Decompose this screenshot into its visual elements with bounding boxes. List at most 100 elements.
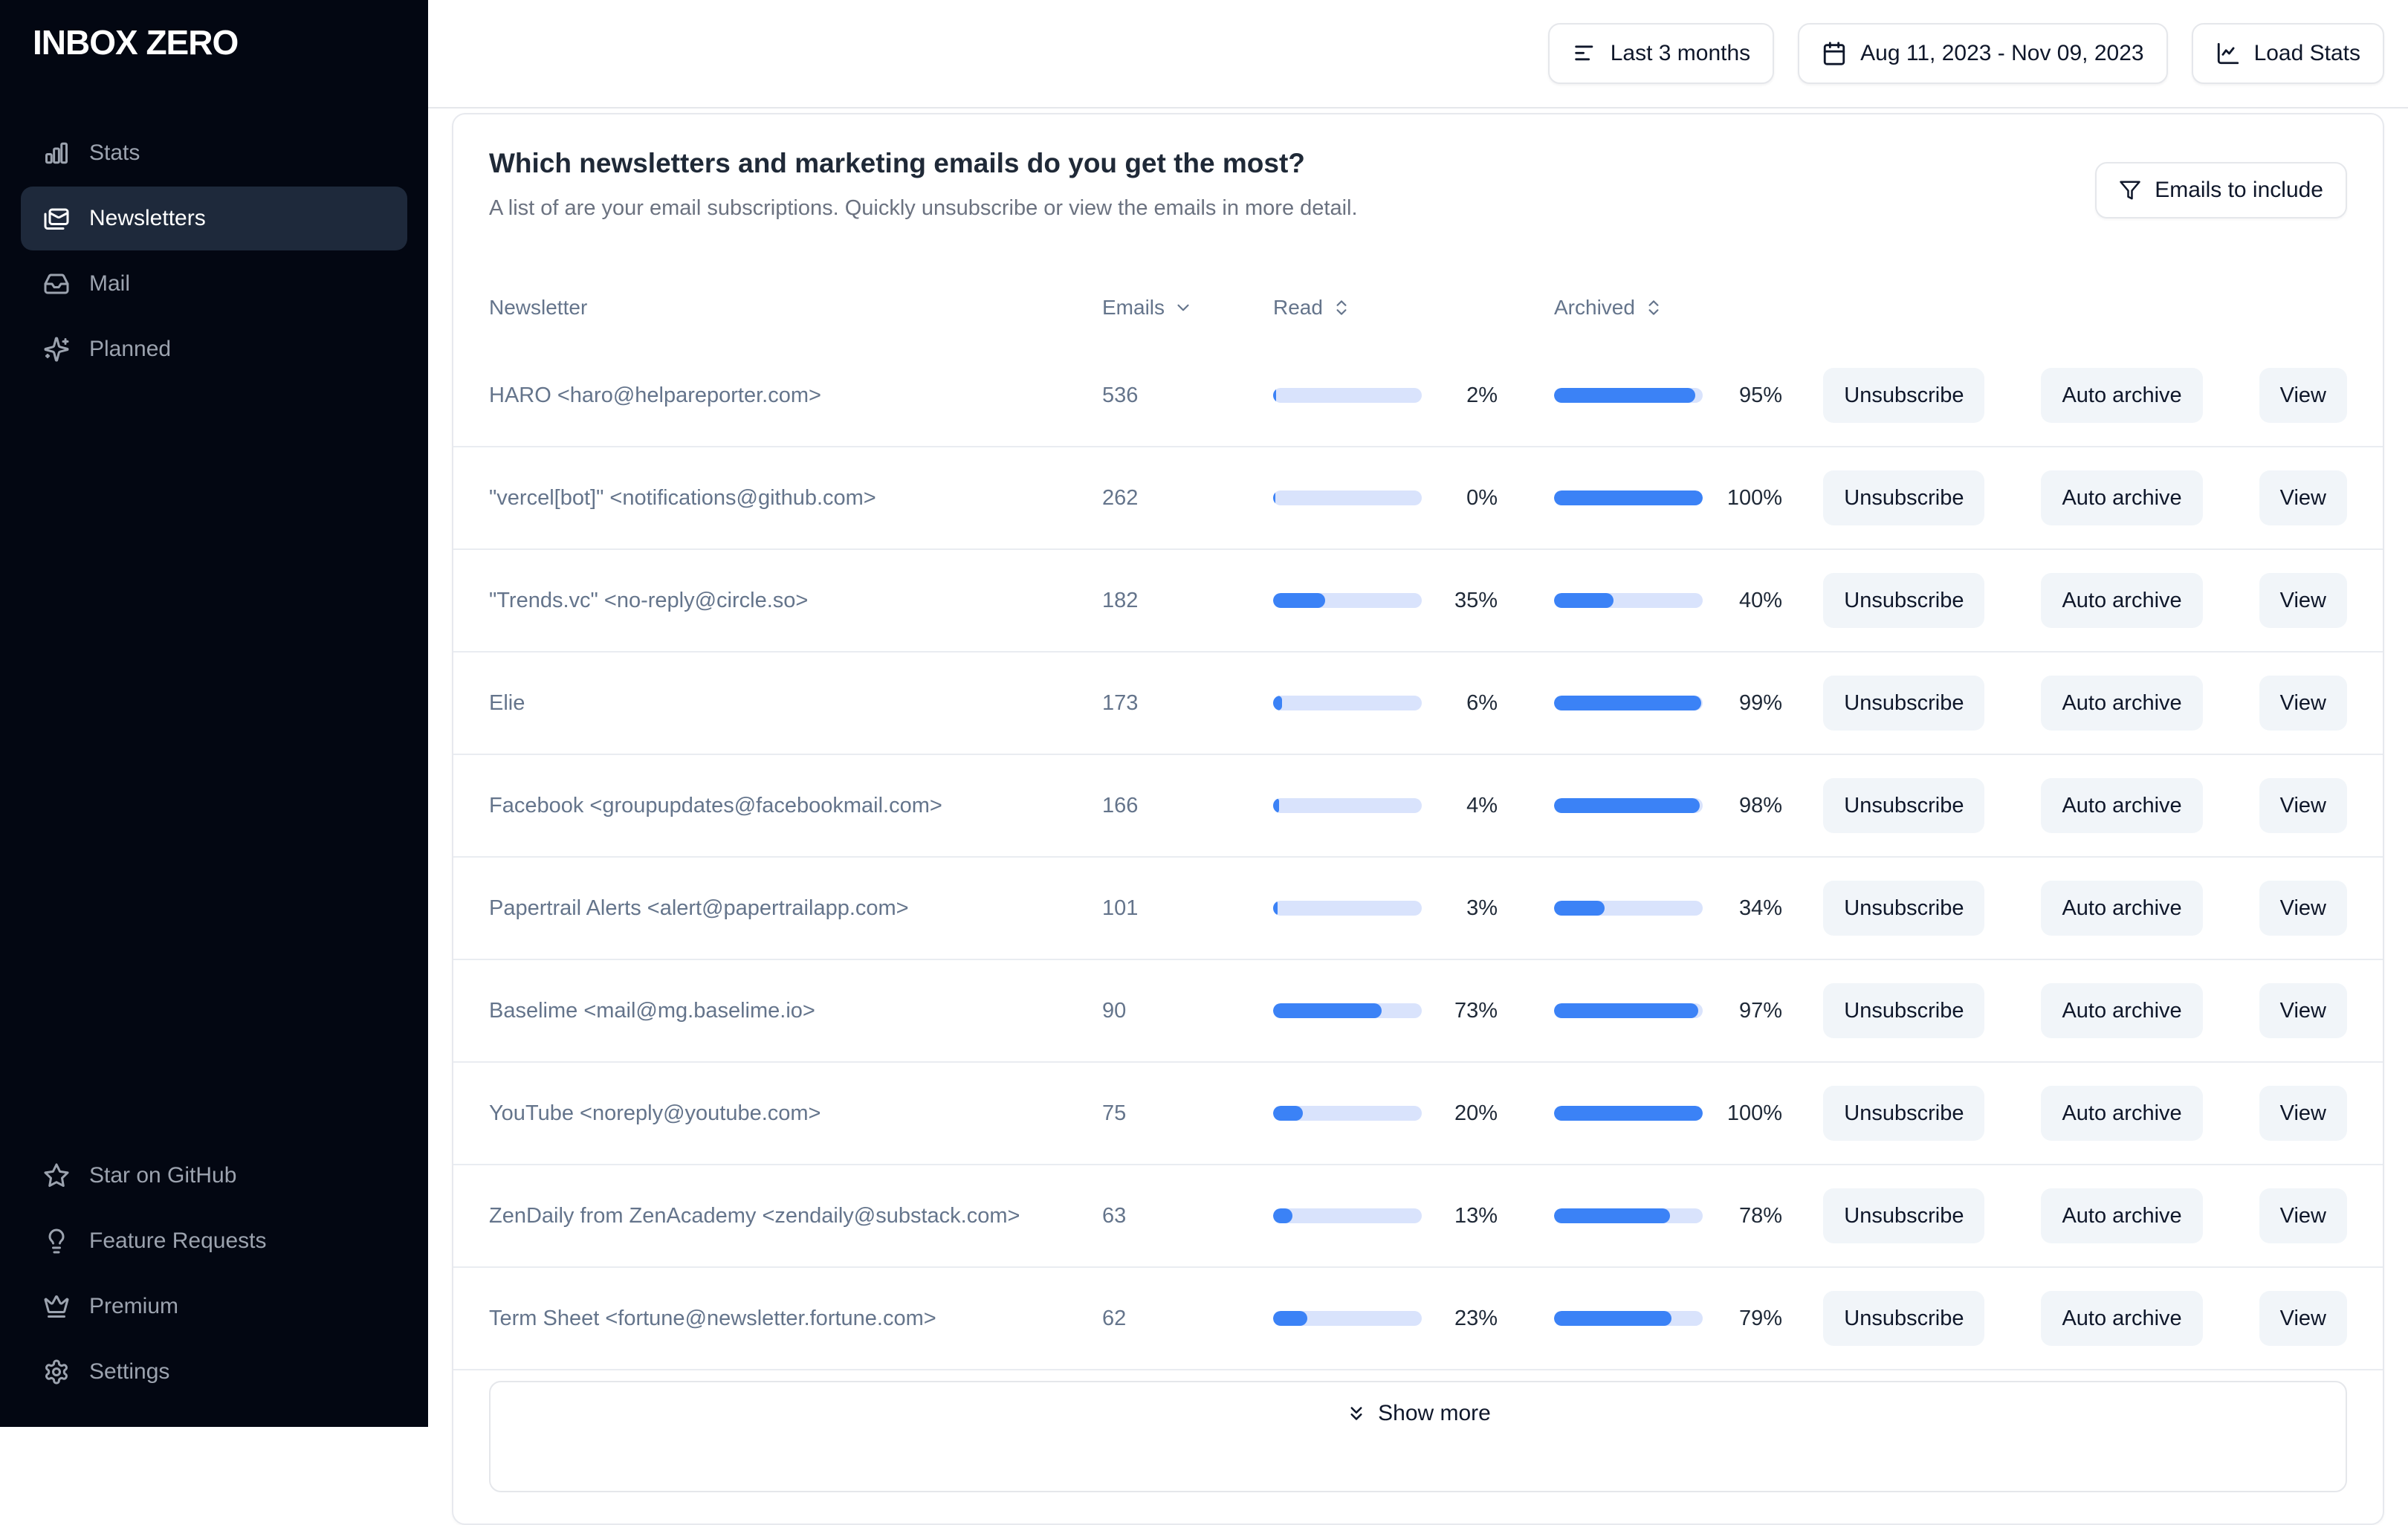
email-count: 536: [1102, 383, 1139, 407]
sidebar-nav: Stats Newsletters Mail Planned: [0, 121, 428, 383]
view-button[interactable]: View: [2259, 1291, 2347, 1346]
read-progress-track: [1273, 901, 1422, 916]
view-button[interactable]: View: [2259, 676, 2347, 731]
show-more-label: Show more: [1378, 1401, 1491, 1425]
unsubscribe-button[interactable]: Unsubscribe: [1823, 778, 1985, 833]
auto-archive-button[interactable]: Auto archive: [2041, 1086, 2203, 1141]
auto-archive-button[interactable]: Auto archive: [2041, 470, 2203, 525]
sidebar-item-premium[interactable]: Premium: [21, 1275, 407, 1338]
sidebar-item-feature-requests[interactable]: Feature Requests: [21, 1209, 407, 1273]
archived-progress-fill: [1554, 798, 1700, 813]
email-count: 166: [1102, 793, 1139, 817]
email-count: 63: [1102, 1203, 1127, 1228]
funnel-icon: [2119, 179, 2141, 201]
unsubscribe-button[interactable]: Unsubscribe: [1823, 1291, 1985, 1346]
main-area: Last 3 months Aug 11, 2023 - Nov 09, 202…: [428, 0, 2408, 1525]
read-progress-track: [1273, 1106, 1422, 1121]
auto-archive-button[interactable]: Auto archive: [2041, 573, 2203, 628]
view-button[interactable]: View: [2259, 1086, 2347, 1141]
email-count: 182: [1102, 588, 1139, 612]
auto-archive-button[interactable]: Auto archive: [2041, 368, 2203, 423]
unsubscribe-button[interactable]: Unsubscribe: [1823, 368, 1985, 423]
archived-percent: 40%: [1738, 588, 1782, 612]
archived-progress-fill: [1554, 1003, 1698, 1018]
unsubscribe-button[interactable]: Unsubscribe: [1823, 881, 1985, 936]
unsubscribe-button[interactable]: Unsubscribe: [1823, 676, 1985, 731]
read-cell: 3%: [1273, 896, 1498, 921]
column-header-read[interactable]: Read: [1273, 296, 1498, 320]
archived-cell: 98%: [1498, 794, 1782, 818]
unsubscribe-button[interactable]: Unsubscribe: [1823, 470, 1985, 525]
archived-progress-fill: [1554, 490, 1703, 505]
read-percent: 0%: [1466, 485, 1498, 510]
view-button[interactable]: View: [2259, 573, 2347, 628]
view-button[interactable]: View: [2259, 470, 2347, 525]
auto-archive-button[interactable]: Auto archive: [2041, 676, 2203, 731]
read-cell: 13%: [1273, 1204, 1498, 1228]
mails-icon: [43, 205, 70, 232]
auto-archive-button[interactable]: Auto archive: [2041, 881, 2203, 936]
column-header-emails[interactable]: Emails: [1102, 296, 1273, 320]
archived-progress-track: [1554, 388, 1703, 403]
sidebar-item-planned[interactable]: Planned: [21, 317, 407, 381]
read-percent: 13%: [1454, 1203, 1498, 1228]
row-actions: Unsubscribe Auto archive View: [1782, 778, 2347, 833]
read-progress-fill: [1273, 1208, 1292, 1223]
archived-progress-track: [1554, 798, 1703, 813]
view-button[interactable]: View: [2259, 983, 2347, 1038]
newsletter-name: Term Sheet <fortune@newsletter.fortune.c…: [489, 1306, 936, 1330]
auto-archive-button[interactable]: Auto archive: [2041, 1291, 2203, 1346]
sidebar-item-mail[interactable]: Mail: [21, 252, 407, 316]
auto-archive-button[interactable]: Auto archive: [2041, 778, 2203, 833]
filter-lines-icon: [1572, 41, 1597, 66]
email-count: 173: [1102, 690, 1139, 715]
read-progress-fill: [1273, 696, 1282, 710]
view-button[interactable]: View: [2259, 1188, 2347, 1243]
unsubscribe-button[interactable]: Unsubscribe: [1823, 573, 1985, 628]
archived-percent: 98%: [1738, 793, 1782, 817]
read-progress-track: [1273, 696, 1422, 710]
column-header-archived[interactable]: Archived: [1498, 296, 1782, 320]
sidebar-item-star-on-github[interactable]: Star on GitHub: [21, 1144, 407, 1208]
archived-progress-track: [1554, 696, 1703, 710]
show-more-button[interactable]: Show more: [1341, 1396, 1495, 1431]
unsubscribe-button[interactable]: Unsubscribe: [1823, 1188, 1985, 1243]
emails-to-include-button[interactable]: Emails to include: [2095, 162, 2347, 218]
archived-progress-fill: [1554, 1311, 1671, 1326]
load-stats-button[interactable]: Load Stats: [2191, 23, 2384, 84]
read-progress-fill: [1273, 388, 1276, 403]
sidebar-item-settings[interactable]: Settings: [21, 1340, 407, 1404]
unsubscribe-button[interactable]: Unsubscribe: [1823, 983, 1985, 1038]
date-range-preset-button[interactable]: Last 3 months: [1547, 23, 1775, 84]
view-button[interactable]: View: [2259, 368, 2347, 423]
date-range-picker-button[interactable]: Aug 11, 2023 - Nov 09, 2023: [1798, 23, 2168, 84]
topbar: Last 3 months Aug 11, 2023 - Nov 09, 202…: [428, 0, 2408, 109]
newsletter-row: Baselime <mail@mg.baselime.io> 90 73% 97…: [453, 960, 2383, 1063]
read-cell: 23%: [1273, 1307, 1498, 1331]
auto-archive-button[interactable]: Auto archive: [2041, 983, 2203, 1038]
read-cell: 6%: [1273, 691, 1498, 716]
view-button[interactable]: View: [2259, 778, 2347, 833]
sidebar-footer-nav: Star on GitHub Feature Requests Premium …: [0, 1144, 428, 1405]
archived-percent: 78%: [1738, 1203, 1782, 1228]
calendar-icon: [1822, 41, 1847, 66]
newsletter-row: Term Sheet <fortune@newsletter.fortune.c…: [453, 1268, 2383, 1370]
sidebar-item-newsletters[interactable]: Newsletters: [21, 187, 407, 250]
card-subtitle: A list of are your email subscriptions. …: [489, 196, 1358, 220]
newsletter-name: Facebook <groupupdates@facebookmail.com>: [489, 793, 942, 817]
read-percent: 73%: [1454, 998, 1498, 1023]
newsletter-name: Papertrail Alerts <alert@papertrailapp.c…: [489, 896, 909, 920]
sidebar-item-stats[interactable]: Stats: [21, 121, 407, 185]
archived-percent: 100%: [1726, 1101, 1782, 1125]
load-stats-label: Load Stats: [2253, 41, 2360, 65]
auto-archive-button[interactable]: Auto archive: [2041, 1188, 2203, 1243]
read-progress-fill: [1273, 1003, 1382, 1018]
sidebar-item-label: Newsletters: [89, 206, 206, 230]
newsletter-name: ZenDaily from ZenAcademy <zendaily@subst…: [489, 1203, 1020, 1228]
archived-progress-track: [1554, 901, 1703, 916]
view-button[interactable]: View: [2259, 881, 2347, 936]
read-progress-fill: [1273, 1106, 1303, 1121]
read-percent: 3%: [1466, 896, 1498, 920]
archived-percent: 95%: [1738, 383, 1782, 407]
unsubscribe-button[interactable]: Unsubscribe: [1823, 1086, 1985, 1141]
